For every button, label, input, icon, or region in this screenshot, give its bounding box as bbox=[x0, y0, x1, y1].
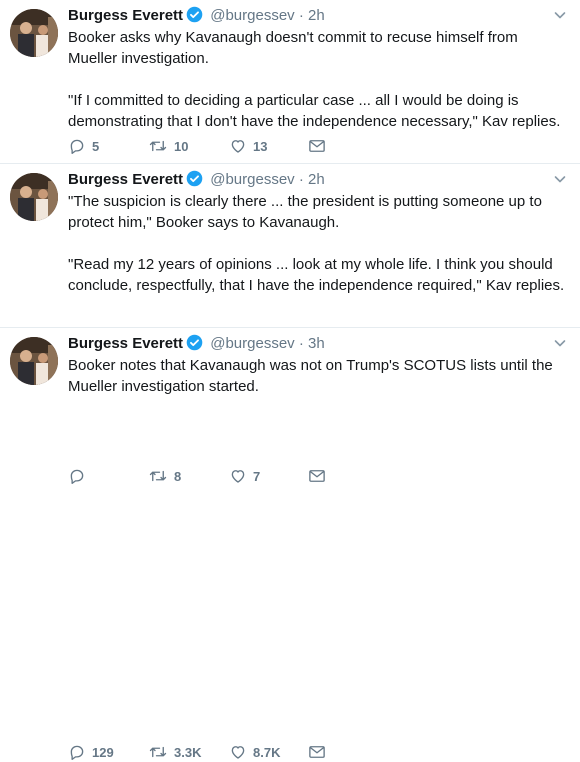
avatar[interactable] bbox=[10, 337, 58, 385]
envelope-icon bbox=[308, 744, 326, 760]
like-count: 7 bbox=[253, 468, 261, 484]
retweet-button[interactable]: 3.3K bbox=[148, 742, 201, 762]
retweet-count: 8 bbox=[174, 468, 182, 484]
heart-icon bbox=[229, 467, 247, 485]
tweet-header: Burgess Everett @burgessev · 3h bbox=[68, 334, 568, 354]
verified-badge-icon bbox=[186, 170, 203, 193]
reply-count: 5 bbox=[92, 138, 100, 154]
tweet-text: Booker asks why Kavanaugh doesn't commit… bbox=[68, 27, 568, 132]
tweet-text: Booker notes that Kavanaugh was not on T… bbox=[68, 355, 568, 397]
tweet[interactable]: Burgess Everett @burgessev · 3h Booker n… bbox=[0, 328, 580, 760]
author-handle[interactable]: @burgessev bbox=[210, 171, 294, 188]
tweet-header: Burgess Everett @burgessev · 2h bbox=[68, 170, 568, 190]
envelope-icon bbox=[308, 138, 326, 154]
message-button[interactable] bbox=[308, 136, 326, 156]
separator: · bbox=[298, 335, 304, 352]
retweet-icon bbox=[148, 743, 168, 761]
retweet-icon bbox=[148, 467, 168, 485]
timestamp[interactable]: 2h bbox=[308, 171, 325, 188]
like-count: 13 bbox=[253, 138, 268, 154]
like-button[interactable]: 7 bbox=[229, 466, 260, 486]
timestamp[interactable]: 3h bbox=[308, 335, 325, 352]
reply-button[interactable]: 129 bbox=[68, 742, 114, 762]
message-button[interactable] bbox=[308, 742, 326, 762]
heart-icon bbox=[229, 743, 247, 761]
retweet-button[interactable]: 10 bbox=[148, 136, 188, 156]
reply-count: 129 bbox=[92, 744, 114, 760]
tweet[interactable]: Burgess Everett @burgessev · 2h "The sus… bbox=[0, 164, 580, 484]
separator: · bbox=[298, 171, 304, 188]
reply-icon bbox=[68, 743, 86, 761]
like-count: 8.7K bbox=[253, 744, 281, 760]
reply-icon bbox=[68, 467, 86, 485]
reply-button[interactable] bbox=[68, 466, 92, 486]
tweet-text: "The suspicion is clearly there ... the … bbox=[68, 191, 568, 296]
tweet[interactable]: Burgess Everett @burgessev · 2h Booker a… bbox=[0, 0, 580, 164]
tweet-paragraph: Booker asks why Kavanaugh doesn't commit… bbox=[68, 29, 518, 67]
timestamp[interactable]: 2h bbox=[308, 7, 325, 24]
retweet-button[interactable]: 8 bbox=[148, 466, 181, 486]
heart-icon bbox=[229, 137, 247, 155]
author-handle[interactable]: @burgessev bbox=[210, 335, 294, 352]
tweet-paragraph: Booker notes that Kavanaugh was not on T… bbox=[68, 357, 553, 395]
chevron-down-icon[interactable] bbox=[552, 335, 568, 351]
like-button[interactable]: 8.7K bbox=[229, 742, 280, 762]
tweet-paragraph: "The suspicion is clearly there ... the … bbox=[68, 193, 542, 231]
tweet-paragraph: "Read my 12 years of opinions ... look a… bbox=[68, 256, 565, 294]
reply-icon bbox=[68, 137, 86, 155]
verified-badge-icon bbox=[186, 6, 203, 29]
author-handle[interactable]: @burgessev bbox=[210, 7, 294, 24]
chevron-down-icon[interactable] bbox=[552, 7, 568, 23]
tweet-paragraph: "If I committed to deciding a particular… bbox=[68, 92, 561, 130]
retweet-count: 3.3K bbox=[174, 744, 202, 760]
author-name[interactable]: Burgess Everett bbox=[68, 7, 183, 24]
chevron-down-icon[interactable] bbox=[552, 171, 568, 187]
verified-badge-icon bbox=[186, 334, 203, 357]
author-name[interactable]: Burgess Everett bbox=[68, 171, 183, 188]
message-button[interactable] bbox=[308, 466, 326, 486]
envelope-icon bbox=[308, 468, 326, 484]
tweet-header: Burgess Everett @burgessev · 2h bbox=[68, 6, 568, 26]
retweet-count: 10 bbox=[174, 138, 189, 154]
like-button[interactable]: 13 bbox=[229, 136, 267, 156]
separator: · bbox=[298, 7, 304, 24]
retweet-icon bbox=[148, 137, 168, 155]
reply-button[interactable]: 5 bbox=[68, 136, 99, 156]
author-name[interactable]: Burgess Everett bbox=[68, 335, 183, 352]
avatar[interactable] bbox=[10, 173, 58, 221]
avatar[interactable] bbox=[10, 9, 58, 57]
